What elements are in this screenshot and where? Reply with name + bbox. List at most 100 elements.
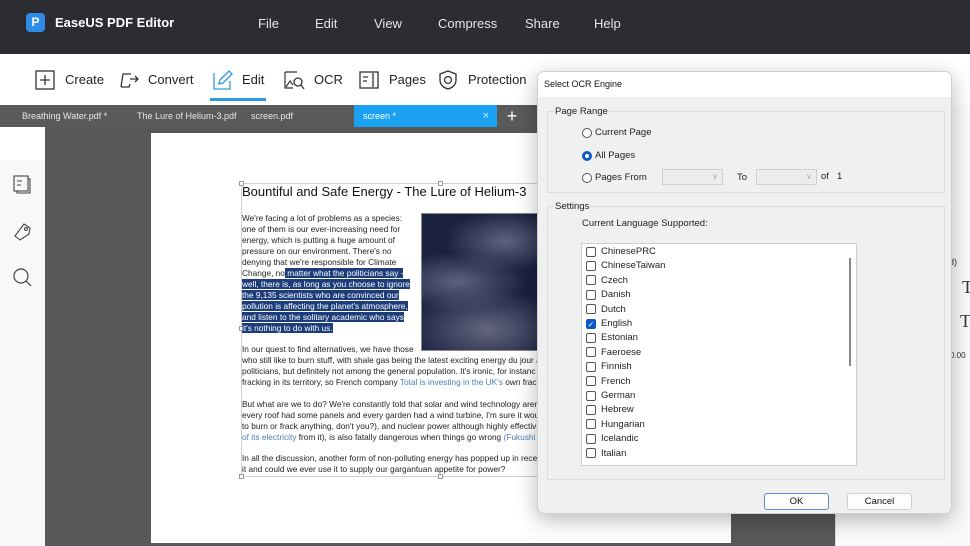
- language-item[interactable]: Estonian: [586, 332, 638, 343]
- hyperlink[interactable]: (Fukushi: [503, 432, 535, 442]
- chevron-down-icon: ∨: [712, 172, 718, 181]
- font-preview: T: [960, 311, 970, 331]
- checkbox[interactable]: [586, 289, 596, 300]
- language-label: German: [601, 390, 636, 401]
- radio-label: Pages From: [595, 172, 647, 183]
- menu-view[interactable]: View: [374, 16, 402, 31]
- clouds-image[interactable]: [421, 213, 541, 351]
- cancel-button[interactable]: Cancel: [847, 493, 912, 510]
- tool-protection[interactable]: Protection: [437, 54, 527, 105]
- dialog-titlebar[interactable]: Select OCR Engine: [538, 72, 951, 97]
- menu-help[interactable]: Help: [594, 16, 621, 31]
- checkbox-checked[interactable]: ✓: [586, 318, 596, 329]
- tab-lure-of-helium[interactable]: The Lure of Helium-3.pdf: [137, 105, 237, 127]
- to-page-select[interactable]: ∨: [756, 169, 817, 185]
- radio-button[interactable]: [582, 127, 592, 138]
- language-item[interactable]: Dutch: [586, 304, 626, 315]
- search-icon[interactable]: [11, 266, 33, 288]
- checkbox[interactable]: [586, 332, 596, 343]
- text-line: fracking in its territory, so French com…: [242, 377, 541, 388]
- paragraph-3[interactable]: But what are we to do? We're constantly …: [242, 399, 539, 443]
- text-line: politicians, but definitely not among th…: [242, 366, 536, 376]
- from-page-select[interactable]: ∨: [662, 169, 723, 185]
- selected-text: well, there is, as long as you choose to…: [242, 279, 410, 289]
- radio-button[interactable]: [582, 172, 592, 183]
- tag-icon[interactable]: [11, 220, 33, 242]
- checkbox[interactable]: [586, 448, 596, 459]
- thumbnails-icon[interactable]: [11, 173, 33, 195]
- total-pages: 1: [837, 171, 843, 182]
- paragraph-4[interactable]: In all the discussion, another form of n…: [242, 453, 537, 475]
- checkbox[interactable]: [586, 361, 596, 372]
- text-line: it and could we ever use it to supply ou…: [242, 464, 506, 474]
- language-item[interactable]: Danish: [586, 289, 631, 300]
- radio-current-page[interactable]: Current Page: [582, 127, 652, 138]
- checkbox[interactable]: [586, 433, 596, 444]
- language-item[interactable]: ✓ English: [586, 318, 632, 329]
- language-item[interactable]: Faeroese: [586, 347, 641, 358]
- paragraph-1[interactable]: We're facing a lot of problems as a spec…: [242, 213, 410, 334]
- language-item[interactable]: Czech: [586, 275, 628, 286]
- hyperlink[interactable]: Total is investing in the UK's: [400, 377, 503, 387]
- tab-breathing-water[interactable]: Breathing Water.pdf *: [22, 105, 107, 127]
- radio-button-selected[interactable]: [582, 150, 592, 161]
- language-label: Estonian: [601, 332, 638, 344]
- language-item[interactable]: Italian: [586, 448, 626, 459]
- tool-convert[interactable]: Convert: [117, 54, 194, 105]
- menu-share[interactable]: Share: [525, 16, 560, 31]
- language-item[interactable]: German: [586, 390, 635, 401]
- checkbox[interactable]: [586, 260, 596, 271]
- text-span: fracking in its territory, so French com…: [242, 377, 400, 387]
- tool-create[interactable]: Create: [34, 54, 104, 105]
- menu-file[interactable]: File: [258, 16, 279, 31]
- language-item[interactable]: Icelandic: [586, 433, 639, 444]
- close-icon[interactable]: ×: [483, 105, 489, 127]
- text-line: pressure on our environment. There's no: [242, 246, 392, 256]
- checkbox[interactable]: [586, 376, 596, 387]
- language-label: Faeroese: [601, 346, 642, 358]
- language-item[interactable]: Hebrew: [586, 404, 634, 415]
- checkbox[interactable]: [586, 347, 596, 358]
- font-preview: T: [962, 277, 970, 297]
- tool-ocr[interactable]: OCR: [283, 54, 343, 105]
- tab-screen-pdf[interactable]: screen.pdf: [251, 105, 293, 127]
- menu-compress[interactable]: Compress: [438, 16, 497, 31]
- checkbox[interactable]: [586, 275, 596, 286]
- checkbox[interactable]: [586, 304, 596, 315]
- language-label: Hungarian: [601, 418, 645, 430]
- language-item[interactable]: Hungarian: [586, 419, 645, 430]
- active-tool-indicator: [210, 98, 266, 101]
- tab-screen-active[interactable]: screen * ×: [354, 105, 497, 127]
- checkbox[interactable]: [586, 404, 596, 415]
- checkbox[interactable]: [586, 419, 596, 430]
- text-line: to burn or frack anything, don't you?), …: [242, 421, 537, 431]
- selected-text: pollution is affecting the planet's atmo…: [242, 301, 408, 311]
- add-tab-button[interactable]: +: [503, 105, 521, 127]
- checkbox[interactable]: [586, 246, 596, 257]
- radio-pages-from[interactable]: Pages From: [582, 172, 647, 183]
- languages-label: Current Language Supported:: [582, 218, 708, 229]
- tool-create-label: Create: [65, 72, 105, 87]
- scrollbar-thumb[interactable]: [849, 258, 851, 366]
- language-item[interactable]: ChinesePRC: [586, 246, 656, 257]
- menu-edit[interactable]: Edit: [315, 16, 337, 31]
- ocr-engine-dialog: Select OCR Engine Page Range Current Pag…: [537, 71, 952, 514]
- paragraph-2[interactable]: In our quest to find alternatives, we ha…: [242, 344, 541, 388]
- radio-all-pages[interactable]: All Pages: [582, 150, 635, 161]
- tool-pages[interactable]: Pages: [358, 54, 426, 105]
- language-item[interactable]: Finnish: [586, 361, 632, 372]
- panel-value[interactable]: 0.00: [950, 351, 966, 360]
- hyperlink[interactable]: of its electricity: [242, 432, 296, 442]
- text-span: from it), is also fatally dangerous when…: [296, 432, 504, 442]
- language-item[interactable]: French: [586, 376, 631, 387]
- ok-button[interactable]: OK: [764, 493, 829, 510]
- radio-label: All Pages: [595, 150, 636, 161]
- sidebar-header: [0, 127, 45, 160]
- ocr-scan-icon: [284, 70, 305, 89]
- text-line: who still like to burn stuff, with shale…: [242, 355, 541, 365]
- radio-label: Current Page: [595, 127, 652, 138]
- language-item[interactable]: ChineseTaiwan: [586, 260, 665, 271]
- checkbox[interactable]: [586, 390, 596, 401]
- chevron-down-icon: ∨: [806, 172, 812, 181]
- language-list[interactable]: ChinesePRC ChineseTaiwan Czech Danish Dutch ✓…: [581, 243, 857, 466]
